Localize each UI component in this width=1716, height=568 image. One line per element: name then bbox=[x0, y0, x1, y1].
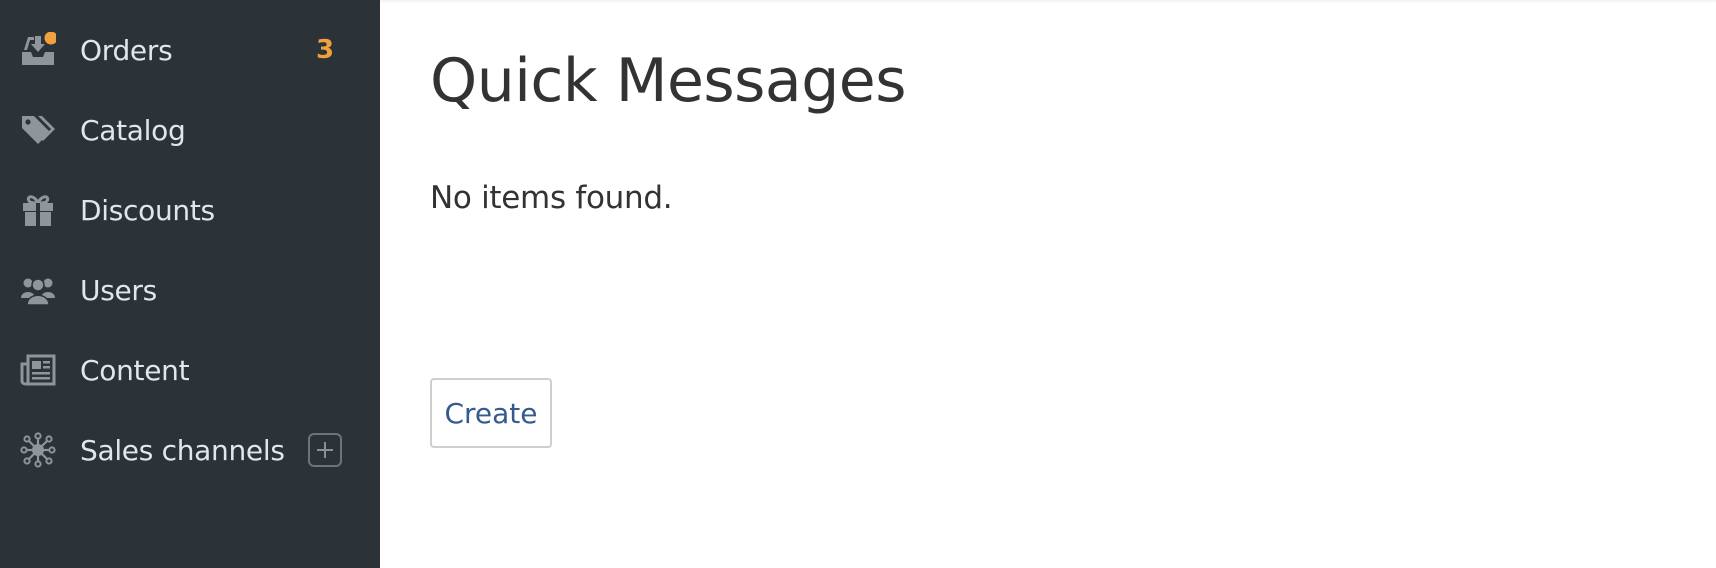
sidebar-item-discounts[interactable]: Discounts bbox=[0, 170, 380, 250]
sidebar-item-label: Discounts bbox=[80, 193, 215, 227]
sidebar-item-catalog[interactable]: Catalog bbox=[0, 90, 380, 170]
gift-icon bbox=[20, 192, 56, 228]
sidebar-item-label: Content bbox=[80, 353, 190, 387]
sidebar-item-label: Sales channels bbox=[80, 433, 285, 467]
add-sales-channel-button[interactable] bbox=[308, 433, 342, 467]
sidebar-item-orders[interactable]: Orders 3 bbox=[0, 10, 380, 90]
sidebar-item-label: Users bbox=[80, 273, 157, 307]
create-button[interactable]: Create bbox=[430, 378, 552, 448]
sidebar-item-users[interactable]: Users bbox=[0, 250, 380, 330]
inbox-download-icon bbox=[20, 32, 56, 68]
tags-icon bbox=[20, 112, 56, 148]
sidebar-item-content[interactable]: Content bbox=[0, 330, 380, 410]
sidebar-item-label: Orders bbox=[80, 33, 173, 67]
app: Orders 3 Catalog Discounts Users Content… bbox=[0, 0, 1716, 568]
sidebar-item-sales-channels[interactable]: Sales channels bbox=[0, 410, 380, 490]
main-content: Quick Messages No items found. Create bbox=[380, 0, 1716, 568]
sidebar-item-label: Catalog bbox=[80, 113, 186, 147]
users-icon bbox=[20, 272, 56, 308]
sidebar: Orders 3 Catalog Discounts Users Content… bbox=[0, 0, 380, 568]
empty-state-message: No items found. bbox=[430, 180, 673, 216]
page-title: Quick Messages bbox=[430, 46, 906, 116]
newspaper-icon bbox=[20, 352, 56, 388]
network-icon bbox=[20, 432, 56, 468]
orders-count-badge: 3 bbox=[316, 35, 335, 65]
